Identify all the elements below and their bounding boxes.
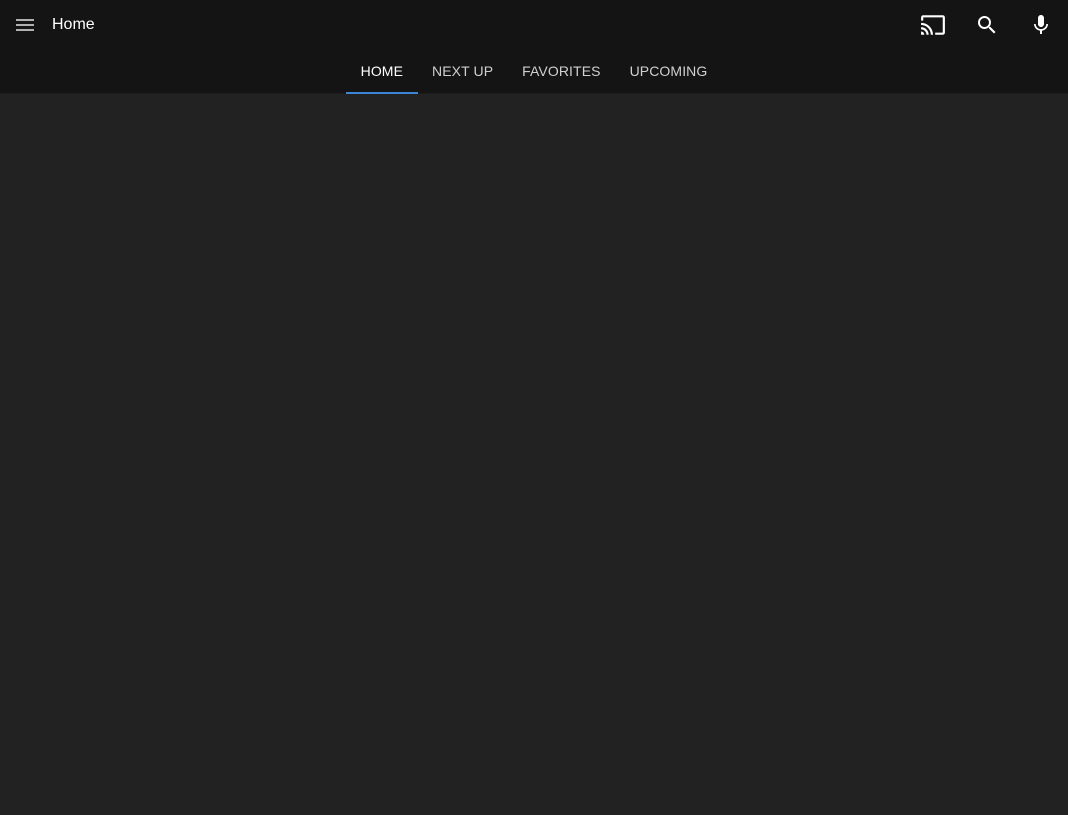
- tab-favorites[interactable]: FAVORITES: [508, 50, 615, 94]
- menu-button[interactable]: [5, 5, 45, 45]
- tab-bar: HOME NEXT UP FAVORITES UPCOMING: [0, 50, 1068, 94]
- main-content-area: [0, 94, 1068, 815]
- app-window: Home HOME NEXT UP FAVORITES UPCOMING: [0, 0, 1068, 815]
- menu-icon: [16, 19, 34, 31]
- top-bar: Home: [0, 0, 1068, 50]
- tab-home[interactable]: HOME: [346, 50, 418, 94]
- app-header: Home HOME NEXT UP FAVORITES UPCOMING: [0, 0, 1068, 94]
- search-button[interactable]: [967, 5, 1007, 45]
- tab-next-up[interactable]: NEXT UP: [418, 50, 508, 94]
- cast-button[interactable]: [913, 5, 953, 45]
- mic-icon: [1034, 15, 1048, 34]
- cast-icon: [921, 15, 945, 35]
- search-icon: [978, 16, 996, 34]
- page-title: Home: [52, 16, 95, 33]
- microphone-button[interactable]: [1021, 5, 1061, 45]
- tab-upcoming[interactable]: UPCOMING: [615, 50, 722, 94]
